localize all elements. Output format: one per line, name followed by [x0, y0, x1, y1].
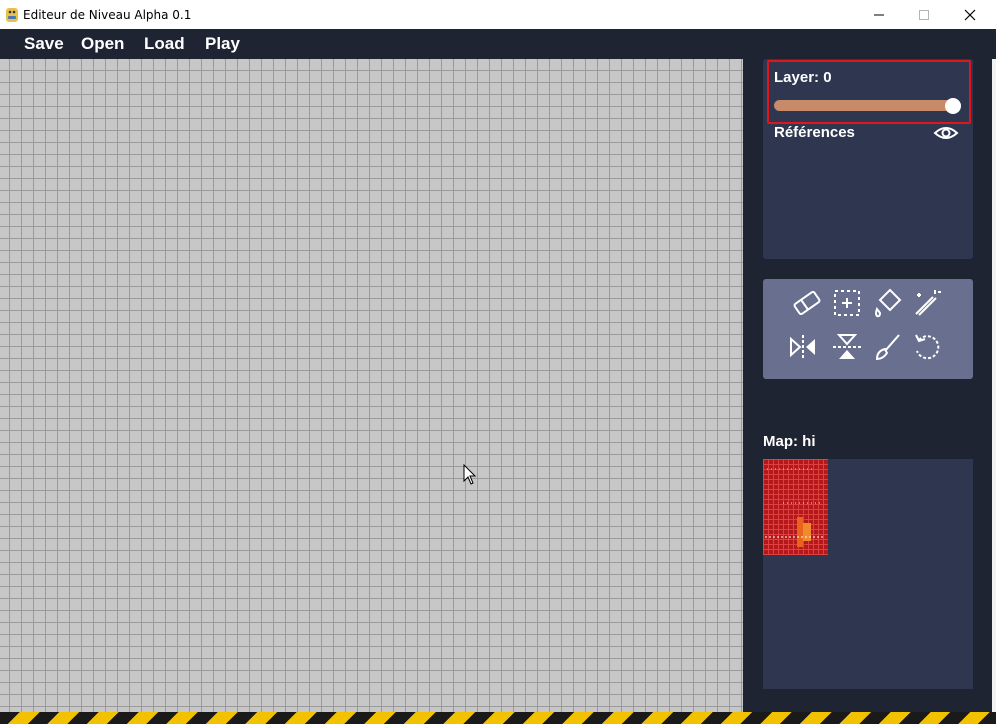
close-button[interactable]	[947, 0, 993, 29]
menu-open[interactable]: Open	[81, 34, 124, 54]
eye-icon[interactable]	[933, 123, 959, 148]
python-app-icon	[5, 7, 19, 23]
window-titlebar: Editeur de Niveau Alpha 0.1	[0, 0, 996, 29]
map-thumbnail[interactable]	[763, 459, 828, 555]
tools-panel	[763, 279, 973, 379]
maximize-button[interactable]	[901, 0, 947, 29]
hazard-stripe	[0, 712, 996, 724]
window-edge	[992, 59, 996, 712]
side-panel: Layer: 0 Références Map: hi	[743, 59, 996, 712]
minimize-button[interactable]	[856, 0, 902, 29]
select-icon[interactable]	[829, 285, 865, 321]
mouse-cursor-icon	[463, 463, 477, 491]
rotate-icon[interactable]	[909, 329, 945, 365]
magic-wand-icon[interactable]	[909, 285, 945, 321]
brush-icon[interactable]	[869, 329, 905, 365]
map-label: Map: hi	[763, 433, 816, 450]
menu-play[interactable]: Play	[205, 34, 240, 54]
map-preview-panel	[763, 459, 973, 689]
references-label: Références	[774, 124, 855, 141]
fill-icon[interactable]	[869, 285, 905, 321]
level-grid-canvas[interactable]	[0, 59, 743, 712]
flip-horizontal-icon[interactable]	[785, 329, 821, 365]
window-title: Editeur de Niveau Alpha 0.1	[23, 7, 192, 22]
layer-highlight-box	[767, 60, 971, 124]
menu-bar: Save Open Load Play	[0, 29, 996, 59]
flip-vertical-icon[interactable]	[829, 329, 865, 365]
eraser-icon[interactable]	[789, 285, 825, 321]
menu-load[interactable]: Load	[144, 34, 185, 54]
menu-save[interactable]: Save	[24, 34, 64, 54]
